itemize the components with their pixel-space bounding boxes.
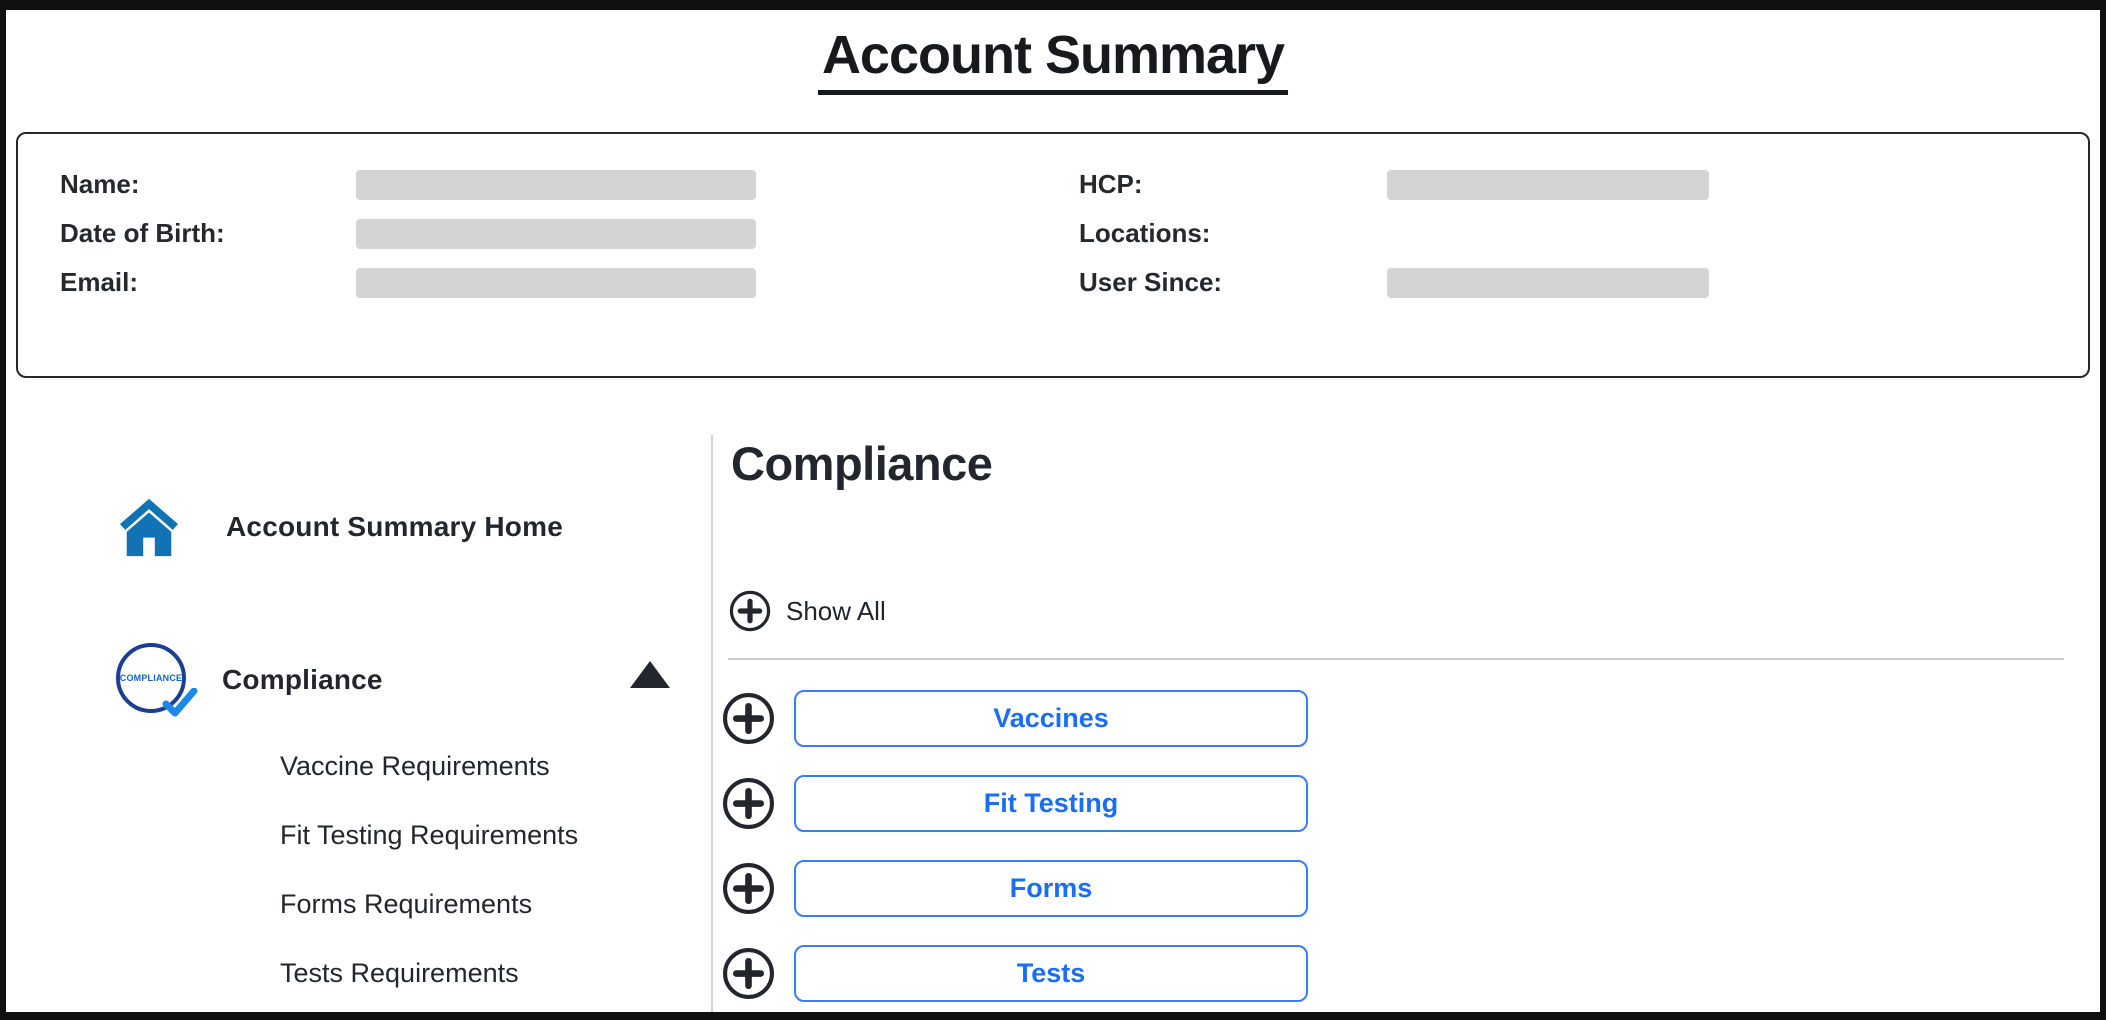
sidebar-item-account-summary-home[interactable]: Account Summary Home: [118, 496, 563, 558]
email-label: Email:: [60, 267, 356, 298]
compliance-badge-text: COMPLIANCE: [120, 673, 183, 683]
date-of-birth-label: Date of Birth:: [60, 218, 356, 249]
profile-summary-box: Name: Date of Birth: Email: HCP: Locatio…: [16, 132, 2090, 378]
sidebar-item-compliance[interactable]: COMPLIANCE Compliance: [114, 640, 383, 720]
profile-row-locations: Locations:: [1079, 209, 2088, 258]
name-value-redacted-bar: [356, 170, 756, 200]
profile-row-dob: Date of Birth:: [60, 209, 1053, 258]
compliance-badge-icon: COMPLIANCE: [114, 640, 194, 720]
category-row-fit-testing: Fit Testing: [722, 775, 1308, 832]
user-since-value-redacted-bar: [1387, 268, 1709, 298]
show-all-button[interactable]: Show All: [729, 590, 886, 632]
name-label: Name:: [60, 169, 356, 200]
fit-testing-button[interactable]: Fit Testing: [794, 775, 1308, 832]
category-row-vaccines: Vaccines: [722, 690, 1308, 747]
horizontal-divider: [728, 658, 2064, 660]
tests-button[interactable]: Tests: [794, 945, 1308, 1002]
user-since-label: User Since:: [1079, 267, 1387, 298]
sidebar-item-label: Account Summary Home: [226, 511, 563, 543]
sidebar-item-forms-requirements[interactable]: Forms Requirements: [280, 870, 578, 939]
sidebar-item-vaccine-requirements[interactable]: Vaccine Requirements: [280, 732, 578, 801]
page-title-container: Account Summary: [6, 24, 2100, 95]
date-of-birth-value-redacted-bar: [356, 219, 756, 249]
profile-right-column: HCP: Locations: User Since:: [1053, 160, 2088, 376]
show-all-label: Show All: [786, 596, 886, 627]
locations-label: Locations:: [1079, 218, 1387, 249]
vaccines-button[interactable]: Vaccines: [794, 690, 1308, 747]
triangle-up-icon[interactable]: [630, 661, 670, 688]
profile-left-column: Name: Date of Birth: Email:: [18, 160, 1053, 376]
compliance-category-list: Vaccines Fit Testing Forms Tests: [722, 690, 1308, 1020]
category-row-forms: Forms: [722, 860, 1308, 917]
home-icon: [118, 496, 180, 558]
sidebar-item-tests-requirements[interactable]: Tests Requirements: [280, 939, 578, 1008]
profile-row-user-since: User Since:: [1079, 258, 2088, 307]
profile-row-name: Name:: [60, 160, 1053, 209]
plus-circle-icon[interactable]: [722, 692, 775, 745]
plus-circle-icon[interactable]: [722, 862, 775, 915]
account-summary-window: Account Summary Name: Date of Birth: Ema…: [0, 0, 2106, 1020]
compliance-subnav: Vaccine Requirements Fit Testing Require…: [280, 732, 578, 1008]
profile-row-email: Email:: [60, 258, 1053, 307]
profile-row-hcp: HCP:: [1079, 160, 2088, 209]
forms-button[interactable]: Forms: [794, 860, 1308, 917]
page-title: Account Summary: [818, 24, 1288, 95]
vertical-divider: [711, 435, 713, 1012]
hcp-value-redacted-bar: [1387, 170, 1709, 200]
plus-circle-icon: [729, 590, 771, 632]
plus-circle-icon[interactable]: [722, 947, 775, 1000]
email-value-redacted-bar: [356, 268, 756, 298]
plus-circle-icon[interactable]: [722, 777, 775, 830]
checkmark-icon: [162, 688, 198, 718]
sidebar-item-label: Compliance: [222, 664, 383, 696]
category-row-tests: Tests: [722, 945, 1308, 1002]
compliance-section-heading: Compliance: [731, 436, 992, 491]
hcp-label: HCP:: [1079, 169, 1387, 200]
sidebar-item-fit-testing-requirements[interactable]: Fit Testing Requirements: [280, 801, 578, 870]
